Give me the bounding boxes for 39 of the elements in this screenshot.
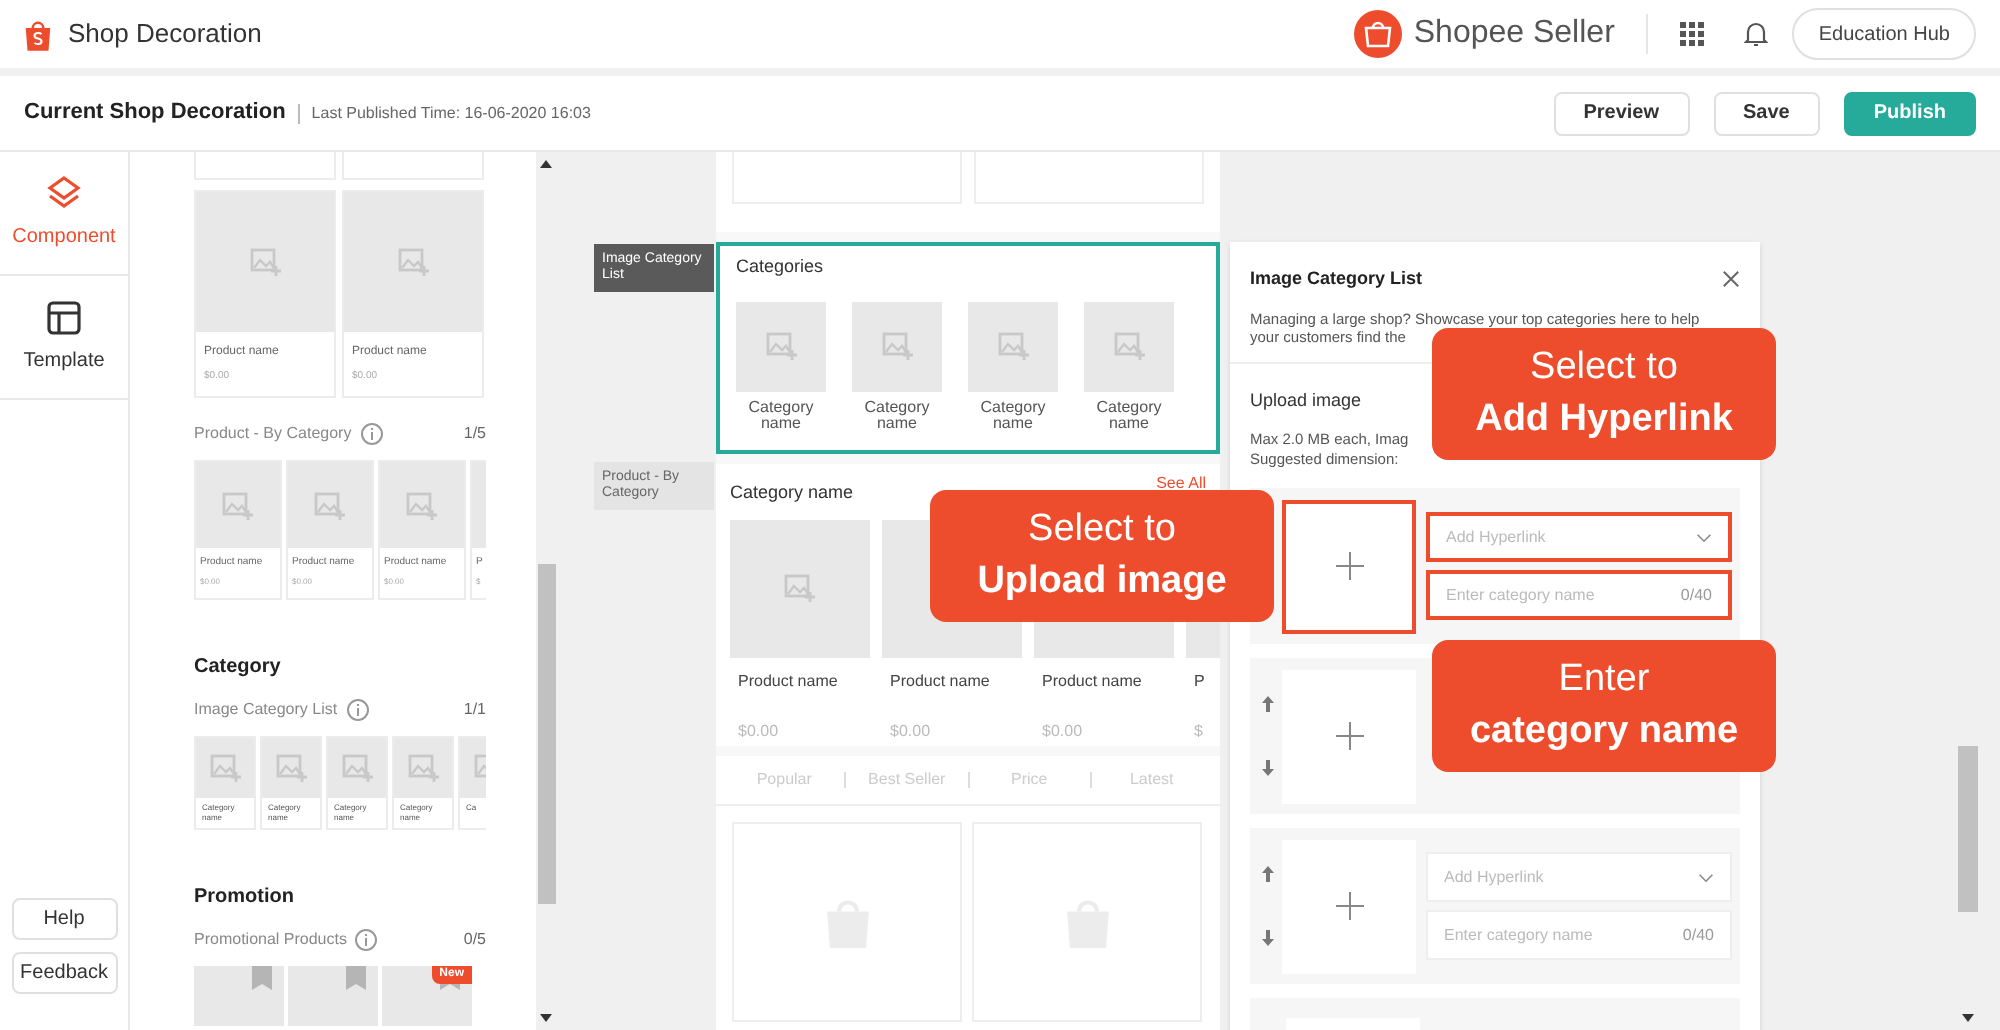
product-price: $ <box>1192 719 1205 743</box>
component-count: 0/5 <box>463 928 486 952</box>
categories-section[interactable]: Categories Category name Category name Category name Category name <box>716 242 1220 454</box>
component-title: Image Category List <box>194 698 338 722</box>
section-title: Category name <box>730 480 854 506</box>
product-price: $0.00 <box>1040 719 1085 743</box>
group-heading: Promotion <box>194 884 296 912</box>
product-card[interactable]: Product name $0.00 <box>730 519 870 746</box>
component-count: 1/1 <box>463 698 486 722</box>
group-heading: Category <box>194 654 283 682</box>
component-count: 1/5 <box>463 422 486 446</box>
brand-name: Shopee Seller <box>1413 14 1615 54</box>
component-title: Product - By Category <box>194 422 352 446</box>
category-name: Category name <box>978 399 1048 431</box>
page-title: Current Shop Decoration <box>24 98 286 129</box>
last-published-time: Last Published Time: 16-06-2020 16:03 <box>311 101 591 125</box>
footer-button[interactable]: Help <box>11 898 117 940</box>
product-name: Product name <box>888 669 992 693</box>
component-title: Promotional Products <box>194 928 347 952</box>
education-hub-button[interactable]: Education Hub <box>1792 8 1976 60</box>
toolbar-button[interactable]: Save <box>1713 91 1820 135</box>
category-name: Category name <box>862 399 932 431</box>
callout-tooltip: Select to Add Hyperlink <box>1432 328 1776 460</box>
callout-tooltip: Select to Upload image <box>930 490 1274 622</box>
app-title: Shop Decoration <box>68 16 262 53</box>
callout-tooltip: Enter category name <box>1432 640 1776 772</box>
category-name: Category name <box>746 399 816 431</box>
product-name: P <box>1192 669 1207 693</box>
panel-title: Image Category List <box>1250 266 1423 292</box>
category-name: Category name <box>1094 399 1164 431</box>
see-all-link[interactable]: See All <box>1156 472 1206 496</box>
product-price: $0.00 <box>736 719 781 743</box>
product-price: $0.00 <box>888 719 933 743</box>
upload-title: Upload image <box>1250 387 1362 414</box>
product-name: Product name <box>1040 669 1144 693</box>
product-name: Product name <box>736 669 840 693</box>
toolbar-button[interactable]: Preview <box>1553 91 1690 135</box>
section-title: Categories <box>736 254 826 280</box>
footer-button[interactable]: Feedback <box>11 952 117 994</box>
